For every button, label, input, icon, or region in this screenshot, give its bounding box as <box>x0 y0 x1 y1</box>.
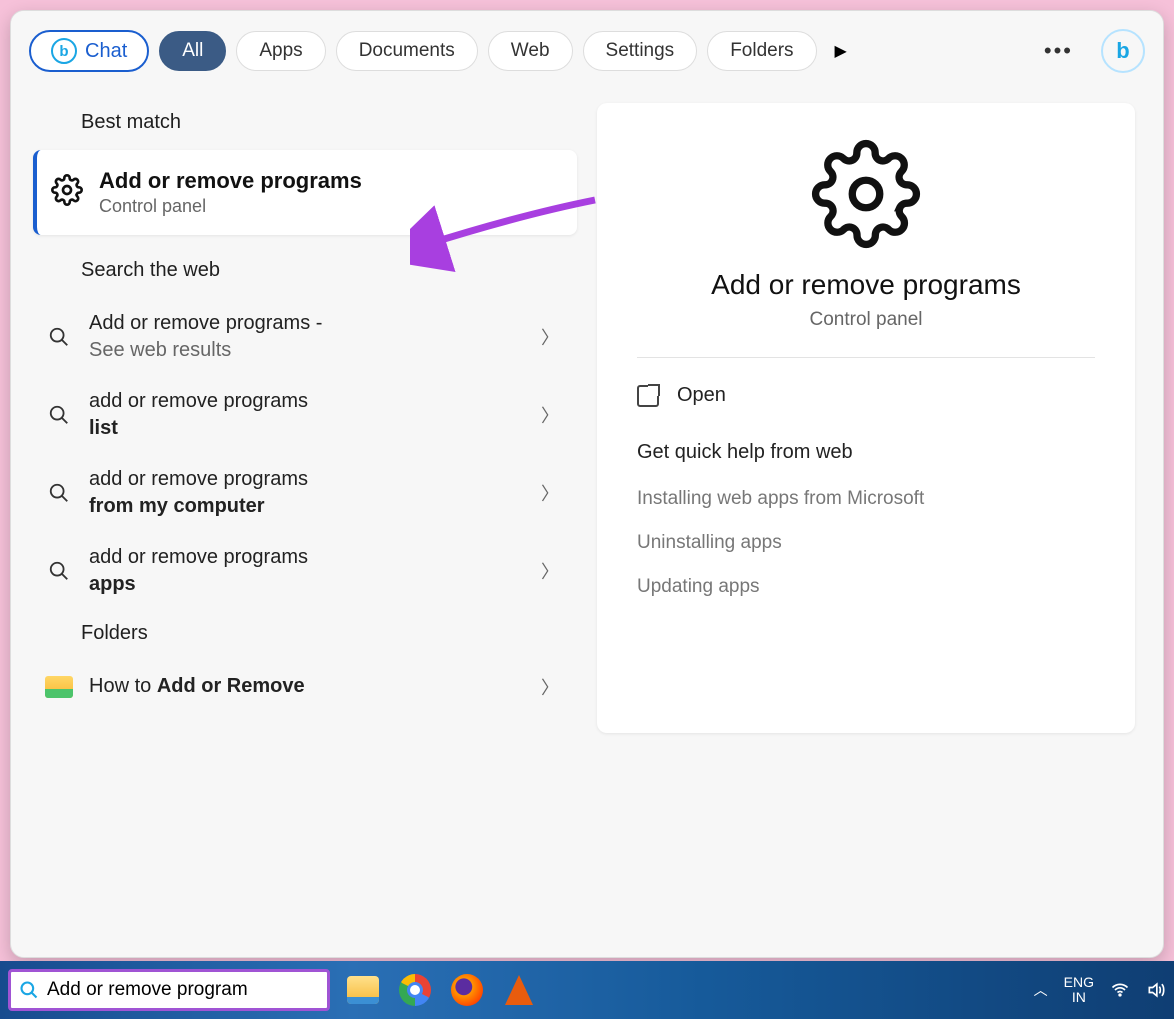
search-web-label: Search the web <box>81 259 577 282</box>
preview-subtitle: Control panel <box>637 309 1095 331</box>
help-link[interactable]: Installing web apps from Microsoft <box>637 488 1095 510</box>
web-result-text: Add or remove programs - <box>89 312 322 334</box>
volume-icon[interactable] <box>1146 980 1166 1000</box>
filter-documents[interactable]: Documents <box>336 31 478 71</box>
best-match-label: Best match <box>81 111 577 134</box>
firefox-icon[interactable] <box>448 971 486 1009</box>
web-result-text: add or remove programs <box>89 468 308 490</box>
best-match-subtitle: Control panel <box>99 196 362 217</box>
bing-corner-button[interactable]: b <box>1101 29 1145 73</box>
overflow-menu-icon[interactable]: ••• <box>1044 38 1073 64</box>
folder-text-pre: How to <box>89 675 157 697</box>
web-result[interactable]: add or remove programs list 〉 <box>33 376 577 454</box>
filter-folders[interactable]: Folders <box>707 31 816 71</box>
web-result[interactable]: Add or remove programs - See web results… <box>33 298 577 376</box>
body: Best match Add or remove programs Contro… <box>11 83 1163 957</box>
chevron-right-icon: 〉 <box>541 402 569 428</box>
bing-icon: b <box>51 38 77 64</box>
search-icon <box>45 560 73 582</box>
preview-column: Add or remove programs Control panel Ope… <box>587 83 1163 957</box>
search-icon <box>19 980 39 1000</box>
web-result-secondary: See web results <box>89 339 231 361</box>
search-icon <box>45 326 73 348</box>
open-action[interactable]: Open <box>637 384 1095 407</box>
search-icon <box>45 404 73 426</box>
help-link[interactable]: Uninstalling apps <box>637 532 1095 554</box>
taskbar-search[interactable] <box>8 969 330 1011</box>
gear-icon <box>51 174 83 211</box>
taskbar: ︿ ENG IN <box>0 961 1174 1019</box>
system-tray: ︿ ENG IN <box>1034 975 1166 1006</box>
quick-help-header: Get quick help from web <box>637 441 1095 464</box>
chevron-right-icon: 〉 <box>541 558 569 584</box>
divider <box>637 357 1095 358</box>
filter-apps[interactable]: Apps <box>236 31 325 71</box>
open-external-icon <box>637 385 659 407</box>
more-filters-arrow-icon[interactable]: ▶ <box>835 41 853 61</box>
open-label: Open <box>677 384 726 407</box>
filter-settings[interactable]: Settings <box>583 31 698 71</box>
web-result-bold: from my computer <box>89 495 265 517</box>
chrome-icon[interactable] <box>396 971 434 1009</box>
folder-icon <box>45 676 73 698</box>
best-match-title: Add or remove programs <box>99 168 362 194</box>
search-window: b Chat All Apps Documents Web Settings F… <box>10 10 1164 958</box>
folder-result[interactable]: How to Add or Remove 〉 <box>33 661 577 712</box>
web-result-text: add or remove programs <box>89 546 308 568</box>
file-explorer-icon[interactable] <box>344 971 382 1009</box>
filter-header: b Chat All Apps Documents Web Settings F… <box>11 11 1163 83</box>
gear-icon <box>637 139 1095 249</box>
best-match-card[interactable]: Add or remove programs Control panel <box>33 150 577 235</box>
help-link[interactable]: Updating apps <box>637 576 1095 598</box>
web-result-text: add or remove programs <box>89 390 308 412</box>
filter-all[interactable]: All <box>159 31 226 71</box>
filter-web[interactable]: Web <box>488 31 573 71</box>
search-icon <box>45 482 73 504</box>
chevron-right-icon: 〉 <box>541 674 569 700</box>
chevron-right-icon: 〉 <box>541 480 569 506</box>
preview-title: Add or remove programs <box>637 269 1095 301</box>
chevron-right-icon: 〉 <box>541 324 569 350</box>
chat-label: Chat <box>85 40 127 63</box>
tray-expand-icon[interactable]: ︿ <box>1034 980 1048 1000</box>
vlc-icon[interactable] <box>500 971 538 1009</box>
taskbar-search-input[interactable] <box>47 979 319 1001</box>
folder-text-bold: Add or Remove <box>157 675 305 697</box>
language-bottom: IN <box>1064 990 1094 1005</box>
results-column: Best match Add or remove programs Contro… <box>11 83 587 957</box>
web-result[interactable]: add or remove programs from my computer … <box>33 454 577 532</box>
folders-label: Folders <box>81 622 577 645</box>
web-result-bold: apps <box>89 573 136 595</box>
wifi-icon[interactable] <box>1110 980 1130 1000</box>
preview-card: Add or remove programs Control panel Ope… <box>597 103 1135 733</box>
language-top: ENG <box>1064 975 1094 990</box>
chat-button[interactable]: b Chat <box>29 30 149 72</box>
web-result-bold: list <box>89 417 118 439</box>
language-indicator[interactable]: ENG IN <box>1064 975 1094 1006</box>
web-result[interactable]: add or remove programs apps 〉 <box>33 532 577 610</box>
